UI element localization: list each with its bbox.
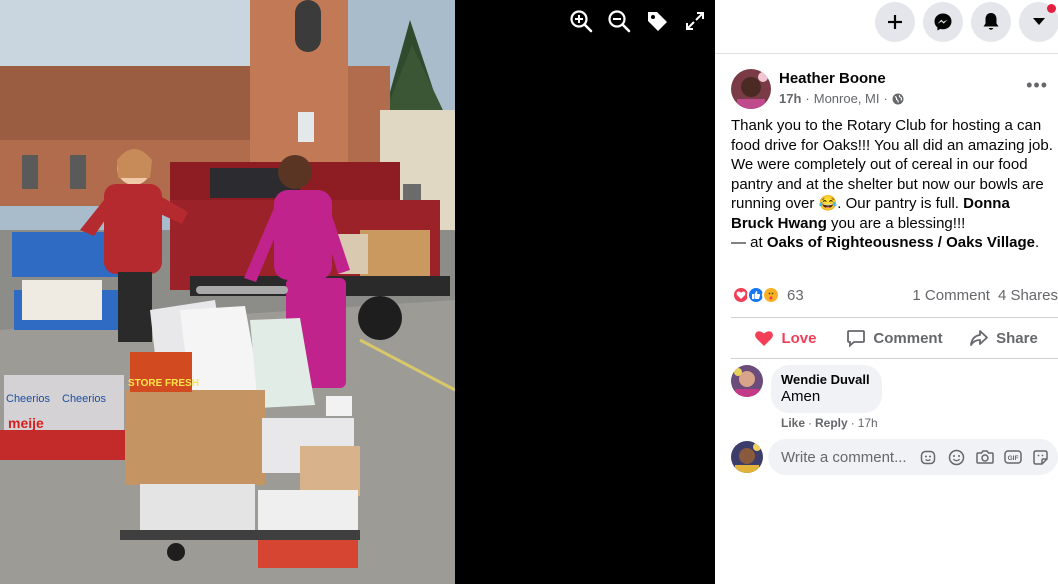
zoom-out-icon[interactable] bbox=[606, 8, 632, 34]
fullscreen-icon[interactable] bbox=[682, 8, 708, 34]
checkin-line: — at Oaks of Righteousness / Oaks Villag… bbox=[731, 234, 1039, 251]
photo-box-text-4: STORE FRESH bbox=[128, 378, 199, 389]
love-button[interactable]: Love bbox=[731, 318, 840, 358]
laughing-emoji: 😂 bbox=[818, 195, 838, 212]
commenter-name[interactable]: Wendie Duvall bbox=[781, 372, 870, 387]
notification-dot bbox=[1047, 4, 1056, 13]
checkin-suffix: . bbox=[1035, 234, 1040, 251]
comment-actions: Like · Reply · 17h bbox=[781, 416, 878, 430]
zoom-in-icon[interactable] bbox=[568, 8, 594, 34]
checkin-prefix: — at bbox=[731, 234, 767, 251]
photo-illustration: Cheerios meije Cheerios STORE FRESH bbox=[0, 0, 455, 584]
public-globe-icon[interactable] bbox=[892, 93, 904, 105]
post-photo[interactable]: Cheerios meije Cheerios STORE FRESH bbox=[0, 0, 455, 584]
heart-icon bbox=[755, 331, 774, 346]
current-user-avatar[interactable] bbox=[731, 441, 763, 473]
facebook-photo-viewer: Cheerios meije Cheerios STORE FRESH Heat… bbox=[0, 0, 1058, 584]
comment-text: Amen bbox=[781, 388, 821, 405]
post-text: Thank you to the Rotary Club for hosting… bbox=[731, 116, 1053, 233]
meta-separator-2: · bbox=[883, 91, 888, 106]
comment-time[interactable]: 17h bbox=[858, 416, 878, 430]
care-reaction-icon bbox=[762, 286, 780, 304]
photo-box-text-2: meije bbox=[8, 415, 44, 431]
messenger-button[interactable] bbox=[923, 2, 963, 42]
post-text-part3: you are a blessing!!! bbox=[826, 214, 966, 232]
post-meta: 17h · Monroe, MI · bbox=[779, 91, 904, 106]
comment-actions-separator: · bbox=[808, 416, 813, 430]
emoji-icon[interactable] bbox=[947, 448, 966, 467]
camera-icon[interactable] bbox=[975, 448, 994, 467]
post-location[interactable]: Monroe, MI bbox=[814, 91, 880, 106]
comment-label: Comment bbox=[873, 329, 943, 347]
comment-like-button[interactable]: Like bbox=[781, 416, 805, 430]
shares-count[interactable]: 4 Shares bbox=[998, 287, 1058, 304]
comment-input[interactable]: Write a comment... GIF bbox=[768, 439, 1058, 475]
love-label: Love bbox=[781, 329, 817, 347]
top-bar bbox=[715, 0, 1058, 54]
post-actions: Love Comment Share bbox=[731, 318, 1058, 358]
sticker-icon[interactable] bbox=[1031, 448, 1050, 467]
share-button[interactable]: Share bbox=[949, 318, 1058, 358]
comments-count[interactable]: 1 Comment bbox=[912, 287, 990, 304]
account-menu-icon bbox=[1033, 18, 1045, 25]
engagement-counts: 1 Comment 4 Shares bbox=[912, 287, 1058, 304]
post-text-part2: . Our pantry is full. bbox=[837, 195, 964, 212]
author-avatar[interactable] bbox=[731, 69, 771, 109]
notifications-button[interactable] bbox=[971, 2, 1011, 42]
account-menu-button[interactable] bbox=[1019, 2, 1058, 42]
photo-viewer: Cheerios meije Cheerios STORE FRESH bbox=[0, 0, 715, 584]
tag-icon[interactable] bbox=[644, 8, 670, 34]
post-panel: Heather Boone 17h · Monroe, MI · ••• Tha… bbox=[715, 54, 1058, 584]
share-label: Share bbox=[996, 329, 1038, 347]
avatar-sticker-icon[interactable] bbox=[919, 448, 938, 467]
create-icon bbox=[888, 15, 902, 29]
photo-box-text-3: Cheerios bbox=[62, 393, 107, 405]
more-options-button[interactable]: ••• bbox=[1026, 76, 1048, 94]
comment-reply-button[interactable]: Reply bbox=[815, 416, 848, 430]
commenter-avatar[interactable] bbox=[731, 365, 763, 397]
viewer-toolbar bbox=[568, 8, 708, 34]
post-time[interactable]: 17h bbox=[779, 91, 801, 106]
notifications-icon bbox=[983, 13, 999, 30]
checkin-place-link[interactable]: Oaks of Righteousness / Oaks Village bbox=[767, 234, 1035, 251]
share-icon bbox=[970, 330, 989, 346]
author-name[interactable]: Heather Boone bbox=[779, 70, 886, 87]
divider-2 bbox=[731, 358, 1058, 359]
comment-input-tools: GIF bbox=[919, 448, 1050, 467]
reactions-summary[interactable]: 63 bbox=[732, 286, 804, 304]
create-button[interactable] bbox=[875, 2, 915, 42]
reactions-count[interactable]: 63 bbox=[787, 287, 804, 304]
comment-actions-separator-2: · bbox=[850, 416, 855, 430]
comment-input-placeholder: Write a comment... bbox=[781, 448, 907, 466]
gif-icon-label: GIF bbox=[1007, 455, 1018, 462]
comment-bubble: Wendie Duvall Amen bbox=[771, 365, 882, 413]
gif-icon[interactable]: GIF bbox=[1003, 448, 1022, 467]
photo-box-text-1: Cheerios bbox=[6, 393, 51, 405]
messenger-icon bbox=[934, 13, 952, 31]
meta-separator: · bbox=[805, 91, 810, 106]
comment-icon bbox=[847, 330, 866, 348]
comment-button[interactable]: Comment bbox=[840, 318, 949, 358]
